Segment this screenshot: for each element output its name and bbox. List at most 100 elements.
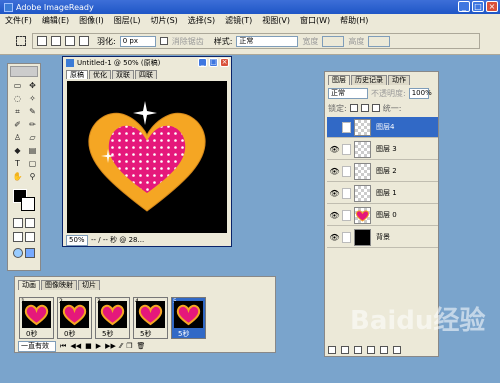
tween-icon[interactable]: ⁄⁄: [120, 342, 122, 350]
menu-edit[interactable]: 编辑(E): [37, 15, 74, 26]
download-time-status[interactable]: -- / -- 秒 @ 28...: [91, 235, 144, 245]
stop-icon[interactable]: ■: [85, 342, 92, 350]
close-button[interactable]: ×: [486, 1, 498, 12]
lasso-icon[interactable]: ◌: [11, 93, 24, 104]
menu-slice[interactable]: 切片(S): [145, 15, 182, 26]
minimize-button[interactable]: _: [458, 1, 470, 12]
link-icon[interactable]: [342, 209, 351, 221]
magic-wand-icon[interactable]: ✧: [26, 93, 39, 104]
menu-image[interactable]: 图像(I): [74, 15, 109, 26]
maximize-button[interactable]: □: [472, 1, 484, 12]
eye-icon[interactable]: 👁: [329, 144, 340, 155]
height-field[interactable]: [368, 35, 391, 47]
animation-frame[interactable]: 4 5秒: [133, 297, 168, 339]
shape-icon[interactable]: ▢: [26, 158, 39, 169]
brush-icon[interactable]: ✐: [11, 119, 24, 130]
tab-4up[interactable]: 四联: [135, 70, 157, 79]
menu-help[interactable]: 帮助(H): [335, 15, 373, 26]
lock-position-icon[interactable]: [360, 104, 369, 112]
lock-all-icon[interactable]: [371, 104, 380, 112]
animation-frame[interactable]: 2 0秒: [57, 297, 92, 339]
frame-delay[interactable]: 5秒: [178, 329, 189, 339]
style-select[interactable]: 正常: [236, 35, 299, 47]
crop-icon[interactable]: ⌗: [11, 106, 24, 117]
prev-frame-icon[interactable]: ◀◀: [70, 342, 81, 350]
zoom-field[interactable]: 50%: [66, 234, 88, 246]
adjustment-icon[interactable]: [367, 346, 375, 354]
layer-row[interactable]: 图层4: [327, 117, 438, 138]
link-icon[interactable]: [342, 143, 351, 155]
menu-layer[interactable]: 图层(L): [109, 15, 146, 26]
eye-icon[interactable]: 👁: [329, 232, 340, 243]
preview-icon[interactable]: [25, 232, 35, 242]
tab-image-map[interactable]: 图像映射: [41, 280, 77, 290]
layer-row[interactable]: 👁 图层 1: [327, 183, 438, 204]
stamp-icon[interactable]: ♙: [11, 132, 24, 143]
subtract-selection-icon[interactable]: [65, 36, 75, 46]
layer-row[interactable]: 👁 图层 2: [327, 161, 438, 182]
frame-delay[interactable]: 5秒: [140, 329, 151, 339]
image-canvas[interactable]: [67, 81, 227, 233]
browser-preview-icon[interactable]: [13, 248, 23, 258]
pencil-icon[interactable]: ✏: [26, 119, 39, 130]
text-icon[interactable]: T: [11, 158, 24, 169]
layer-row[interactable]: 👁 图层 0: [327, 205, 438, 226]
eye-icon[interactable]: 👁: [329, 166, 340, 177]
add-selection-icon[interactable]: [51, 36, 61, 46]
tab-layers[interactable]: 图层: [328, 75, 350, 85]
mode-standard-icon[interactable]: [13, 218, 23, 228]
link-icon[interactable]: [342, 231, 351, 243]
marquee-icon[interactable]: ▭: [11, 80, 24, 91]
feather-field[interactable]: 0 px: [119, 35, 156, 47]
animation-frame-selected[interactable]: 5 5秒: [171, 297, 206, 339]
lock-transparency-icon[interactable]: [349, 104, 358, 112]
menu-filter[interactable]: 滤镜(T): [220, 15, 257, 26]
frame-delay[interactable]: 0秒: [64, 329, 75, 339]
screen-mode-icon[interactable]: [13, 232, 23, 242]
first-frame-icon[interactable]: ⏮: [60, 342, 66, 351]
doc-minimize-button[interactable]: _: [198, 58, 207, 67]
blend-mode-select[interactable]: 正常: [328, 88, 368, 99]
tab-2up[interactable]: 双联: [112, 70, 134, 79]
next-frame-icon[interactable]: ▶▶: [105, 342, 116, 350]
mask-icon[interactable]: [341, 346, 349, 354]
layer-row[interactable]: 👁 背景: [327, 227, 438, 248]
eye-icon[interactable]: 👁: [329, 210, 340, 221]
trash-icon[interactable]: [393, 346, 401, 354]
marquee-tool-icon[interactable]: [16, 36, 26, 46]
folder-icon[interactable]: [354, 346, 362, 354]
eye-icon[interactable]: 👁: [329, 188, 340, 199]
intersect-selection-icon[interactable]: [79, 36, 89, 46]
link-icon[interactable]: [342, 187, 351, 199]
hand-icon[interactable]: ✋: [11, 171, 24, 182]
doc-maximize-button[interactable]: □: [209, 58, 218, 67]
frame-delay[interactable]: 5秒: [102, 329, 113, 339]
play-icon[interactable]: ▶: [96, 342, 101, 350]
layer-row[interactable]: 👁 图层 3: [327, 139, 438, 160]
duplicate-frame-icon[interactable]: ❐: [126, 342, 132, 350]
menu-file[interactable]: 文件(F): [0, 15, 37, 26]
visibility-toggle[interactable]: [329, 122, 340, 133]
background-color-swatch[interactable]: [21, 197, 35, 211]
gradient-icon[interactable]: ▤: [26, 145, 39, 156]
opacity-field[interactable]: 100%: [408, 88, 432, 99]
tab-history[interactable]: 历史记录: [351, 75, 387, 85]
new-layer-icon[interactable]: [380, 346, 388, 354]
tab-optimized[interactable]: 优化: [89, 70, 111, 79]
animation-frame[interactable]: 3 5秒: [95, 297, 130, 339]
menu-window[interactable]: 窗口(W): [295, 15, 335, 26]
width-field[interactable]: [322, 35, 345, 47]
doc-close-button[interactable]: ×: [220, 58, 229, 67]
menu-view[interactable]: 视图(V): [257, 15, 295, 26]
layer-style-icon[interactable]: [328, 346, 336, 354]
frame-delay[interactable]: 0秒: [26, 329, 37, 339]
slice-icon[interactable]: ✎: [26, 106, 39, 117]
delete-frame-icon[interactable]: 🗑: [137, 342, 146, 350]
tab-actions[interactable]: 动作: [388, 75, 410, 85]
zoom-icon[interactable]: ⚲: [26, 171, 39, 182]
new-selection-icon[interactable]: [37, 36, 47, 46]
jump-to-photoshop-icon[interactable]: [25, 248, 35, 258]
tab-animation[interactable]: 动画: [18, 280, 40, 290]
mode-quickmask-icon[interactable]: [25, 218, 35, 228]
eraser-icon[interactable]: ▱: [26, 132, 39, 143]
